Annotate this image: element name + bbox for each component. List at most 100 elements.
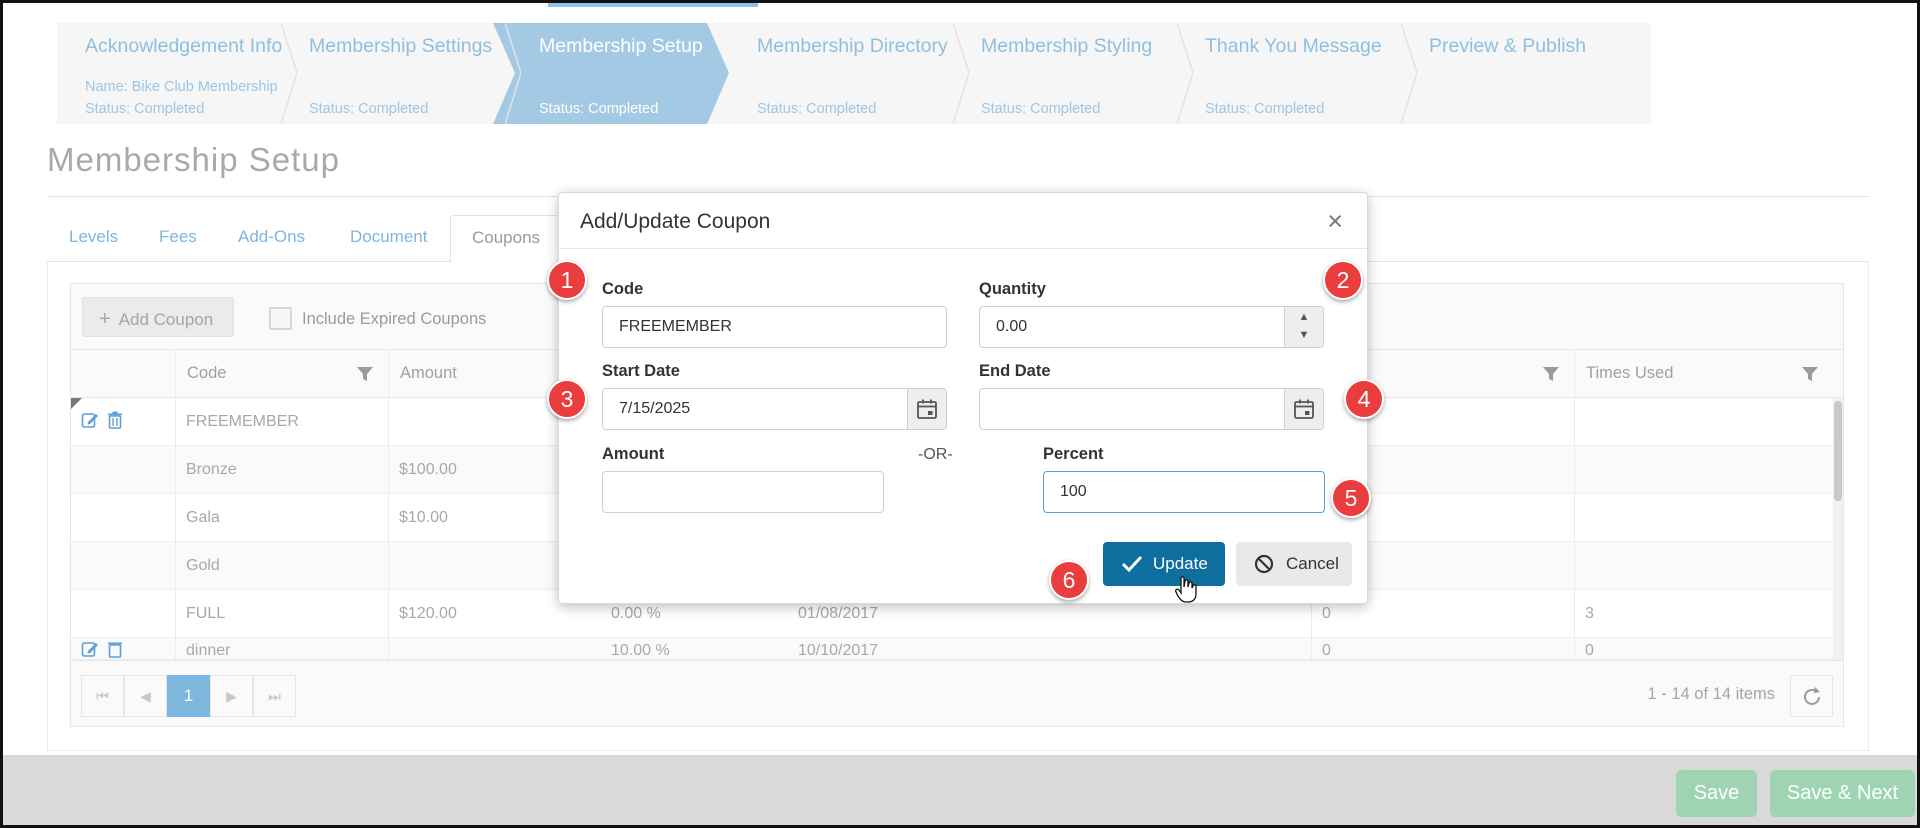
quantity-value: 0.00	[996, 318, 1028, 335]
update-label: Update	[1153, 554, 1208, 573]
tab-levels[interactable]: Levels	[69, 227, 118, 247]
cell-code: Gala	[186, 509, 220, 526]
wizard-step-title: Membership Directory	[757, 35, 948, 57]
tab-document[interactable]: Document	[350, 227, 427, 247]
column-divider	[175, 350, 176, 660]
grid-scroll-thumb[interactable]	[1834, 401, 1842, 501]
wizard-step-directory[interactable]: Membership Directory Status: Completed	[729, 23, 969, 124]
wizard-step-status: Status: Completed	[309, 101, 429, 117]
cancel-label: Cancel	[1286, 554, 1339, 573]
wizard-step-title: Preview & Publish	[1429, 35, 1587, 57]
include-expired-checkbox[interactable]	[269, 307, 292, 330]
first-page-button[interactable]: ⏮	[81, 675, 124, 717]
step-chevron-icon	[953, 23, 969, 124]
wizard-step-status: Status: Completed	[1205, 101, 1325, 117]
percent-label: Percent	[1043, 445, 1104, 463]
quantity-spinner[interactable]: ▲ ▼	[1284, 307, 1323, 347]
save-button[interactable]: Save	[1676, 770, 1757, 817]
cell-quantity: 0	[1322, 642, 1331, 659]
top-accent-bar	[548, 3, 758, 7]
refresh-icon	[1804, 687, 1820, 705]
column-header-amount[interactable]: Amount	[388, 350, 531, 398]
end-date-label: End Date	[979, 362, 1051, 380]
column-divider	[1574, 350, 1575, 660]
delete-icon[interactable]	[107, 640, 123, 658]
row-actions	[81, 411, 127, 434]
dialog-title: Add/Update Coupon	[580, 210, 771, 233]
cell-percent: 10.00 %	[611, 642, 670, 659]
edit-icon[interactable]	[81, 411, 99, 429]
update-button[interactable]: Update	[1103, 542, 1225, 586]
cell-times-used: 3	[1585, 605, 1594, 622]
column-divider	[388, 350, 389, 660]
spin-down-icon[interactable]: ▼	[1285, 326, 1323, 344]
filter-icon[interactable]	[356, 365, 374, 383]
wizard-step-preview[interactable]: Preview & Publish	[1401, 23, 1625, 124]
bottom-action-bar	[3, 755, 1917, 825]
app-frame: Acknowledgement Info Name: Bike Club Mem…	[0, 0, 1920, 828]
cell-date: 10/10/2017	[798, 642, 879, 659]
edit-icon[interactable]	[81, 640, 99, 658]
cancel-button[interactable]: Cancel	[1236, 542, 1352, 586]
calendar-icon[interactable]	[907, 389, 946, 429]
cell-quantity: 0	[1322, 605, 1331, 622]
filter-icon[interactable]	[1542, 365, 1560, 383]
tab-add-ons[interactable]: Add-Ons	[238, 227, 305, 247]
wizard-step-thank-you[interactable]: Thank You Message Status: Completed	[1177, 23, 1417, 124]
quantity-stepper[interactable]: 0.00 ▲ ▼	[979, 306, 1324, 348]
wizard-steps: Acknowledgement Info Name: Bike Club Mem…	[57, 23, 1651, 124]
last-page-button[interactable]: ⏭	[253, 675, 296, 717]
start-date-field[interactable]: 7/15/2025	[602, 388, 947, 430]
code-input[interactable]: FREEMEMBER	[602, 306, 947, 348]
calendar-icon[interactable]	[1284, 389, 1323, 429]
pager-info: 1 - 14 of 14 items	[1647, 685, 1775, 703]
table-row[interactable]: dinner 10.00 % 10/10/2017 0 0	[71, 638, 1843, 660]
wizard-step-title: Thank You Message	[1205, 35, 1382, 57]
row-indicator-icon	[71, 398, 82, 409]
row-actions	[81, 640, 127, 659]
tab-fees[interactable]: Fees	[159, 227, 197, 247]
close-icon[interactable]: ×	[1327, 208, 1343, 235]
page-number-button[interactable]: 1	[167, 675, 210, 717]
refresh-button[interactable]	[1790, 675, 1833, 717]
step-chevron-icon	[1177, 23, 1193, 124]
wizard-step-title: Acknowledgement Info	[85, 35, 283, 57]
code-label: Code	[602, 280, 644, 298]
quantity-label: Quantity	[979, 280, 1046, 298]
grid-pager: ⏮ ◀ 1 ▶ ⏭ 1 - 14 of 14 items	[71, 660, 1843, 726]
save-next-button[interactable]: Save & Next	[1770, 770, 1915, 817]
wizard-step-styling[interactable]: Membership Styling Status: Completed	[953, 23, 1193, 124]
column-header-label: Times Used	[1586, 364, 1674, 382]
wizard-step-title: Membership Settings	[309, 35, 493, 57]
filter-icon[interactable]	[1801, 365, 1819, 383]
start-date-value: 7/15/2025	[619, 400, 691, 417]
prev-page-button[interactable]: ◀	[124, 675, 167, 717]
tab-coupons[interactable]: Coupons	[450, 215, 563, 263]
or-separator: -OR-	[918, 446, 953, 463]
cell-date: 01/08/2017	[798, 605, 879, 622]
column-header-times-used[interactable]: Times Used	[1574, 350, 1833, 398]
wizard-step-setup[interactable]: Membership Setup Status: Completed	[493, 23, 729, 124]
callout-3: 3	[547, 379, 587, 419]
step-chevron-icon	[505, 23, 521, 124]
delete-icon[interactable]	[107, 411, 123, 429]
step-chevron-icon	[1401, 23, 1417, 124]
wizard-step-acknowledgement[interactable]: Acknowledgement Info Name: Bike Club Mem…	[57, 23, 297, 124]
cell-times-used: 0	[1585, 642, 1594, 659]
ban-icon	[1254, 554, 1274, 574]
include-expired-label: Include Expired Coupons	[302, 310, 487, 328]
add-update-coupon-dialog: Add/Update Coupon × Code FREEMEMBER Quan…	[558, 192, 1368, 604]
add-coupon-button[interactable]: + Add Coupon	[82, 297, 234, 337]
cell-code: Gold	[186, 557, 220, 574]
wizard-step-name: Name: Bike Club Membership	[85, 79, 278, 95]
spin-up-icon[interactable]: ▲	[1285, 308, 1323, 326]
next-page-button[interactable]: ▶	[210, 675, 253, 717]
amount-input[interactable]	[602, 471, 884, 513]
end-date-field[interactable]	[979, 388, 1324, 430]
hand-cursor-icon	[1175, 576, 1197, 603]
percent-input[interactable]: 100	[1043, 471, 1325, 513]
cell-amount: $120.00	[399, 605, 457, 622]
cell-amount: $100.00	[399, 461, 457, 478]
wizard-step-settings[interactable]: Membership Settings Status: Completed	[281, 23, 521, 124]
column-header-code[interactable]: Code	[175, 350, 388, 398]
